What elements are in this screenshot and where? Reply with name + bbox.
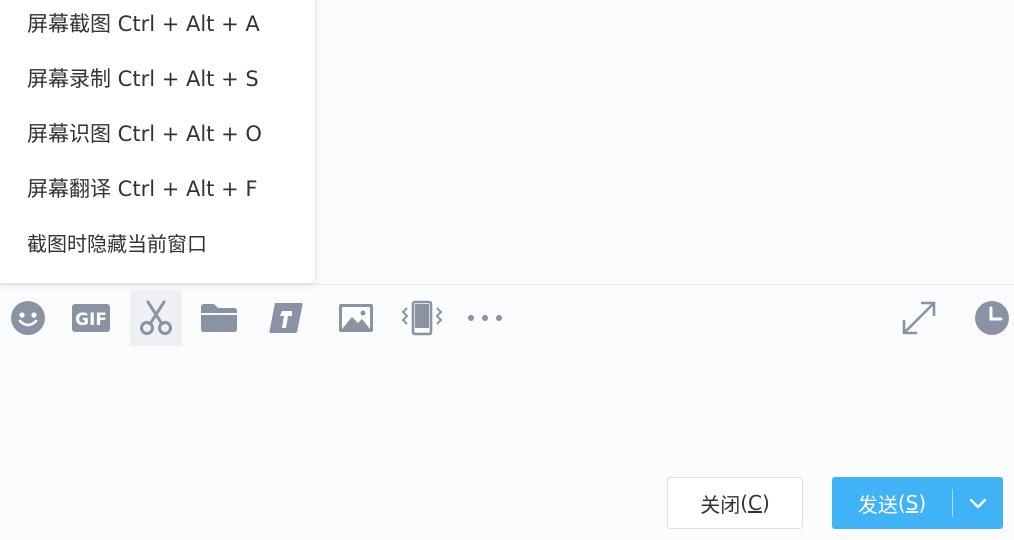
send-options-dropdown[interactable] [953,477,1003,529]
chat-input-window: 屏幕截图 Ctrl + Alt + A 屏幕录制 Ctrl + Alt + S … [0,0,1014,540]
screenshot-menu: 屏幕截图 Ctrl + Alt + A 屏幕录制 Ctrl + Alt + S … [0,0,316,284]
menu-item-screen-recognize[interactable]: 屏幕识图 Ctrl + Alt + O [27,114,262,154]
menu-item-screen-record[interactable]: 屏幕录制 Ctrl + Alt + S [27,59,259,99]
emoji-button[interactable] [2,290,54,346]
folder-button[interactable] [193,290,245,346]
gif-icon-text: GIF [75,310,107,330]
gif-icon: GIF [72,304,110,332]
emoji-icon [11,301,45,335]
image-button[interactable] [330,290,382,346]
history-button[interactable] [966,290,1014,346]
file-transfer-icon [269,303,303,333]
expand-button[interactable] [893,290,945,346]
send-button[interactable]: 发送(S) [832,477,952,529]
input-toolbar: GIF [0,290,1014,348]
send-button-shortcut: S [905,491,919,515]
send-button-label: 发送 [857,492,898,517]
send-button-group: 发送(S) [832,477,1003,529]
gif-button[interactable]: GIF [65,290,117,346]
chevron-down-icon [969,498,987,509]
menu-item-screenshot[interactable]: 屏幕截图 Ctrl + Alt + A [27,4,260,44]
folder-icon [201,304,237,332]
screenshot-button[interactable] [130,290,182,346]
history-clock-icon [975,301,1009,335]
menu-item-screen-translate[interactable]: 屏幕翻译 Ctrl + Alt + F [27,169,257,209]
phone-shake-icon [401,300,443,336]
expand-icon [902,301,936,335]
image-icon [339,304,373,332]
menu-item-hide-window[interactable]: 截图时隐藏当前窗口 [27,224,207,264]
close-button[interactable]: 关闭(C) [667,477,803,529]
more-button[interactable] [459,290,511,346]
close-button-shortcut: C [748,491,762,515]
window-shake-button[interactable] [396,290,448,346]
close-button-label: 关闭 [700,492,741,517]
more-icon [468,315,502,321]
file-transfer-button[interactable] [260,290,312,346]
message-input[interactable] [0,350,1014,465]
scissors-icon [140,300,172,335]
